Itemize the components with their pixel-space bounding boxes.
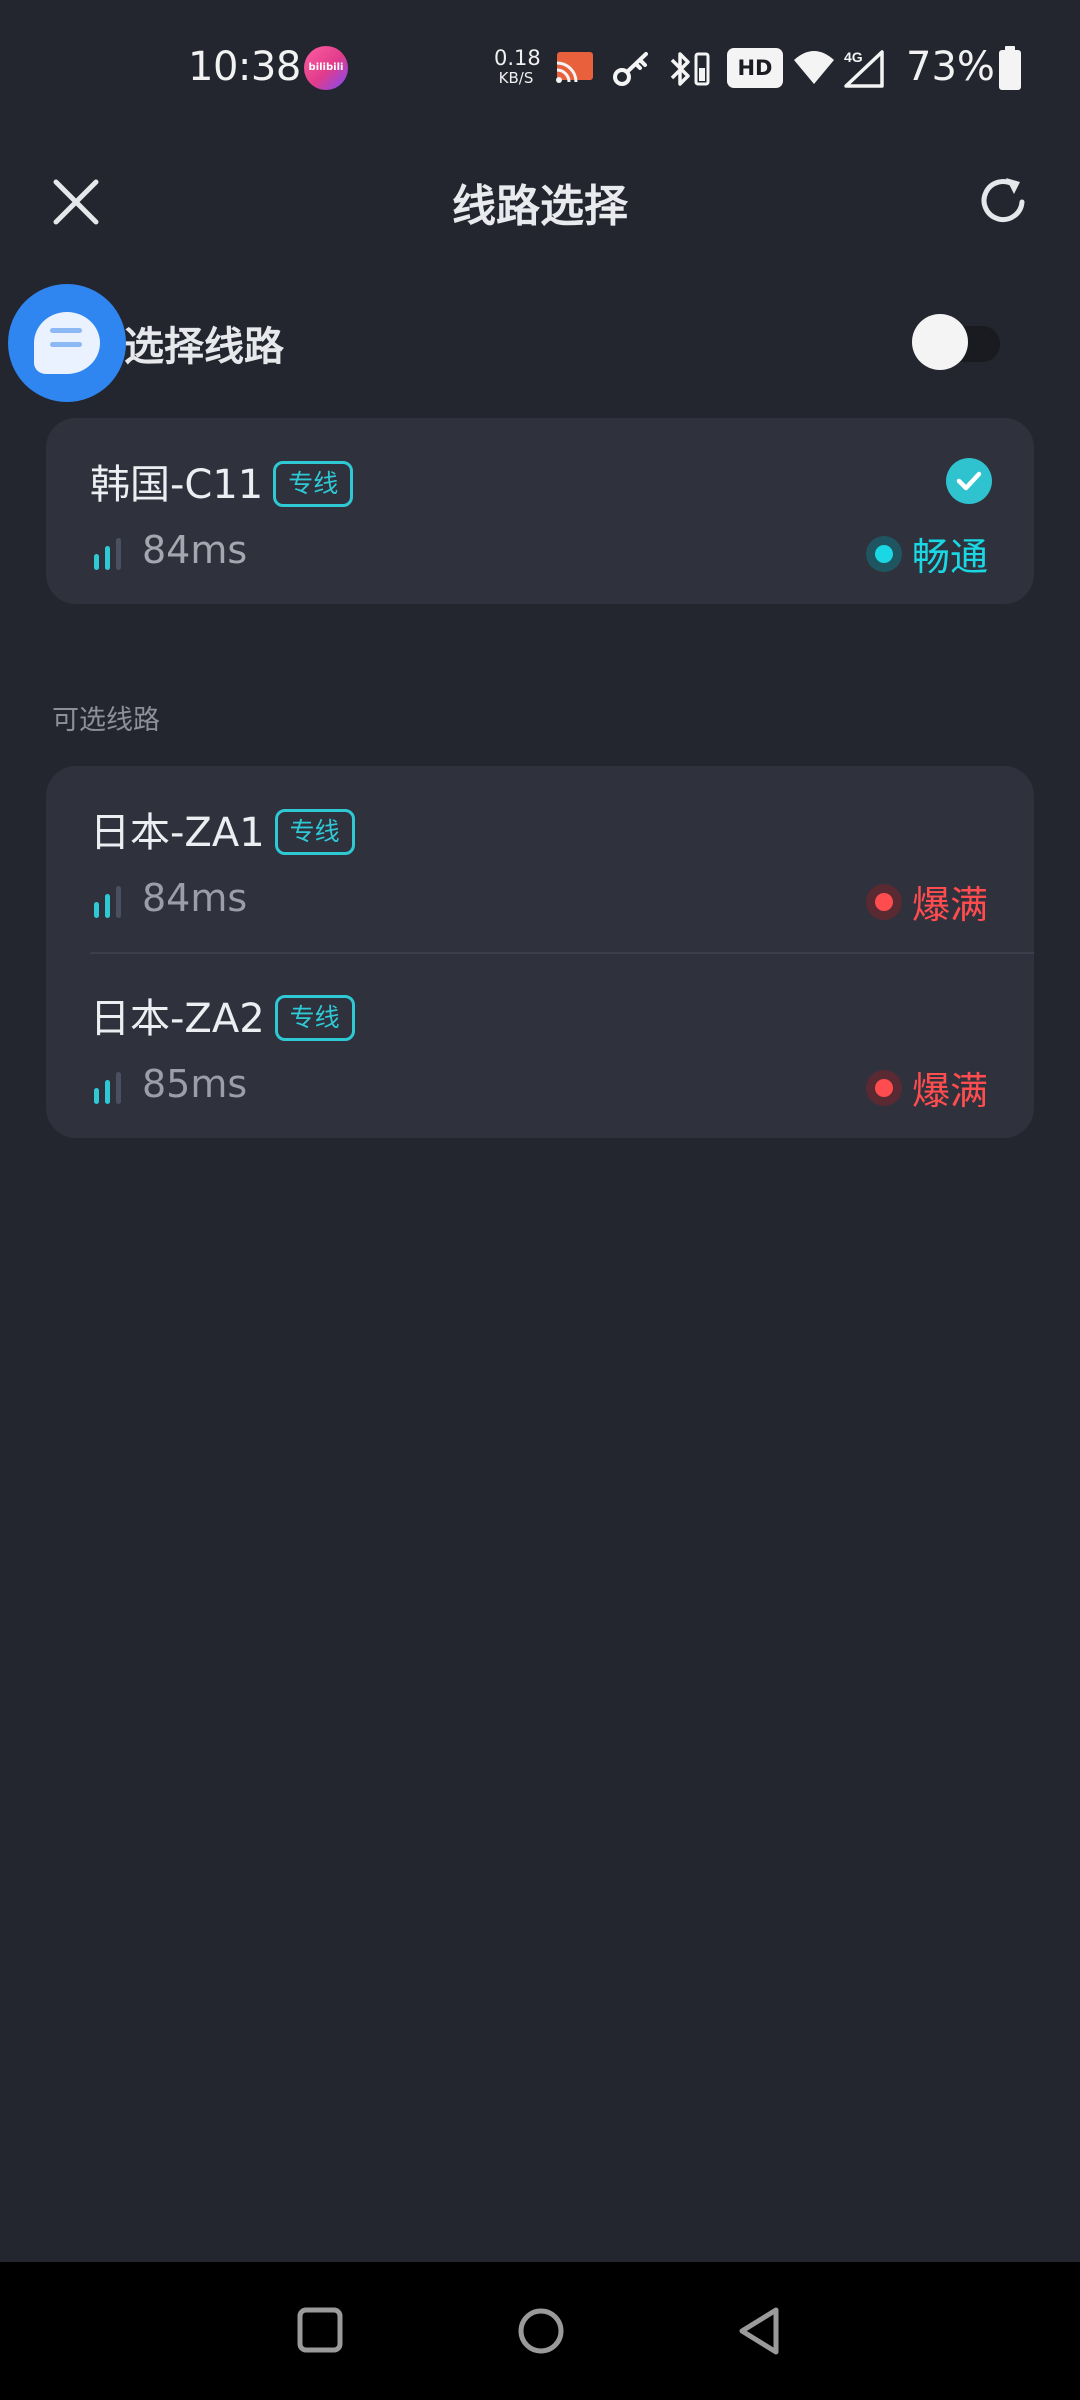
battery-percent: 73% <box>906 44 995 90</box>
system-nav-bar <box>0 2262 1080 2400</box>
route-status: 畅通 <box>865 526 988 579</box>
network-speed: 0.18 KB/S <box>494 46 541 87</box>
cellular-signal-icon: 4G <box>844 49 884 88</box>
network-speed-unit: KB/S <box>498 69 534 87</box>
available-routes-card: 日本-ZA1 专线 84ms 爆满 日本-ZA2 专线 85ms 爆满 <box>46 766 1034 1138</box>
network-speed-value: 0.18 <box>494 46 541 70</box>
signal-bars-icon <box>94 886 130 918</box>
signal-bars-icon <box>94 538 130 570</box>
wifi-icon <box>794 51 834 84</box>
auto-select-label: 选择线路 <box>124 324 284 370</box>
route-name: 日本-ZA2 <box>90 996 265 1042</box>
route-latency: 84ms <box>142 528 248 572</box>
battery-icon <box>999 46 1021 90</box>
refresh-icon[interactable] <box>976 172 1032 228</box>
route-tag: 专线 <box>273 461 354 507</box>
route-latency: 85ms <box>142 1062 248 1106</box>
available-routes-label: 可选线路 <box>52 705 160 736</box>
key-icon <box>613 52 648 86</box>
route-status-text: 畅通 <box>911 535 988 579</box>
route-latency: 84ms <box>142 876 248 920</box>
check-icon <box>946 458 992 504</box>
route-row-za2[interactable]: 日本-ZA2 专线 85ms 爆满 <box>46 952 1034 1138</box>
route-status: 爆满 <box>865 874 988 927</box>
network-type-label: 4G <box>844 49 863 65</box>
square-icon[interactable] <box>290 2300 352 2362</box>
route-status-text: 爆满 <box>911 1069 988 1113</box>
route-tag: 专线 <box>274 995 355 1041</box>
route-name: 日本-ZA1 <box>90 810 265 856</box>
status-dot-icon <box>865 535 902 572</box>
route-name-row: 日本-ZA2 专线 <box>90 986 355 1044</box>
signal-bars-icon <box>94 1072 130 1104</box>
route-row-za1[interactable]: 日本-ZA1 专线 84ms 爆满 <box>46 766 1034 954</box>
status-bar: 10:38 bilibili 0.18 KB/S HD 4G 73% <box>0 0 1080 136</box>
page-title: 线路选择 <box>452 181 628 232</box>
bubble-line-2 <box>50 342 82 347</box>
auto-select-toggle[interactable] <box>912 314 1004 370</box>
route-tag: 专线 <box>274 809 355 855</box>
bilibili-app-icon: bilibili <box>304 46 348 90</box>
bluetooth-icon <box>670 52 710 86</box>
route-name: 韩国-C11 <box>90 462 264 508</box>
route-name-row: 日本-ZA1 专线 <box>90 800 355 858</box>
route-name-row: 韩国-C11 专线 <box>90 452 354 510</box>
current-route-row[interactable]: 韩国-C11 专线 84ms 畅通 <box>46 418 1034 604</box>
route-status: 爆满 <box>865 1060 988 1113</box>
route-status-text: 爆满 <box>911 883 988 927</box>
status-dot-icon <box>865 1069 902 1106</box>
cast-icon <box>556 52 593 83</box>
toggle-knob <box>912 314 968 370</box>
floating-chat-bubble[interactable] <box>8 284 126 402</box>
bubble-line-1 <box>50 328 82 333</box>
hd-voice-icon: HD <box>727 48 783 88</box>
circle-icon[interactable] <box>510 2300 572 2362</box>
status-dot-icon <box>865 883 902 920</box>
status-time: 10:38 <box>188 44 301 90</box>
triangle-back-icon[interactable] <box>730 2300 792 2362</box>
current-route-card: 韩国-C11 专线 84ms 畅通 <box>46 418 1034 604</box>
